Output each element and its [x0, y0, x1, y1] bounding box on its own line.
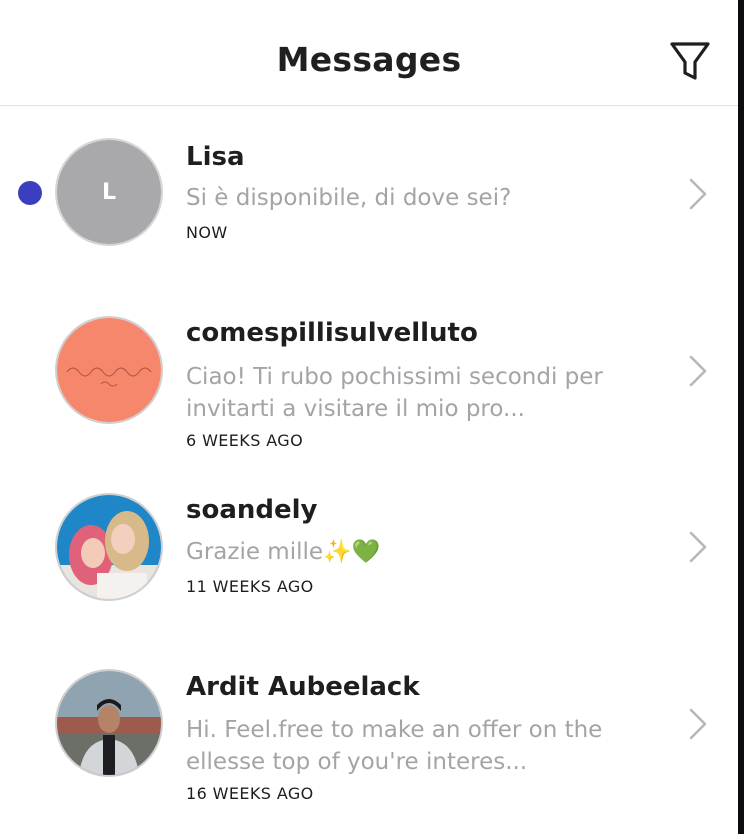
avatar-image	[57, 318, 161, 422]
header: Messages	[0, 0, 738, 106]
conversation-preview: Si è disponibile, di dove sei?	[186, 185, 512, 211]
unread-indicator	[18, 181, 42, 205]
conversation-preview: Ciao! Ti rubo pochissimi secondi per inv…	[186, 364, 603, 422]
conversation-name: comespillisulvelluto	[186, 318, 478, 348]
window-edge	[738, 0, 744, 834]
conversation-time: 16 WEEKS AGO	[186, 784, 314, 803]
chevron-right-icon	[689, 531, 707, 563]
avatar-image	[57, 671, 161, 775]
conversation-time: 6 WEEKS AGO	[186, 431, 304, 450]
conversation-preview: Grazie mille✨💚	[186, 539, 381, 565]
conversation-preview: Hi. Feel.free to make an offer on the el…	[186, 717, 603, 775]
chevron-right-icon	[689, 178, 707, 210]
avatar: L	[55, 138, 163, 246]
avatar	[55, 493, 163, 601]
conversation-name: soandely	[186, 495, 318, 525]
avatar	[55, 669, 163, 777]
chevron-right-icon	[689, 708, 707, 740]
conversation-name: Ardit Aubeelack	[186, 672, 420, 702]
avatar-image	[57, 495, 161, 599]
page-title: Messages	[276, 40, 462, 79]
conversation-row-comespillisulvelluto[interactable]: comespillisulvelluto Ciao! Ti rubo pochi…	[0, 310, 738, 460]
filter-icon[interactable]	[668, 40, 712, 84]
conversation-row-lisa[interactable]: L Lisa Si è disponibile, di dove sei? NO…	[0, 130, 738, 260]
chevron-right-icon	[689, 355, 707, 387]
conversation-name: Lisa	[186, 142, 245, 172]
conversation-time: 11 WEEKS AGO	[186, 577, 314, 596]
avatar	[55, 316, 163, 424]
conversation-time: NOW	[186, 223, 228, 242]
messages-screen: Messages L Lisa Si è disponibile, di dov…	[0, 0, 738, 834]
avatar-letter: L	[57, 140, 161, 244]
conversation-row-soandely[interactable]: soandely Grazie mille✨💚 11 WEEKS AGO	[0, 487, 738, 617]
conversation-row-ardit-aubeelack[interactable]: Ardit Aubeelack Hi. Feel.free to make an…	[0, 664, 738, 814]
